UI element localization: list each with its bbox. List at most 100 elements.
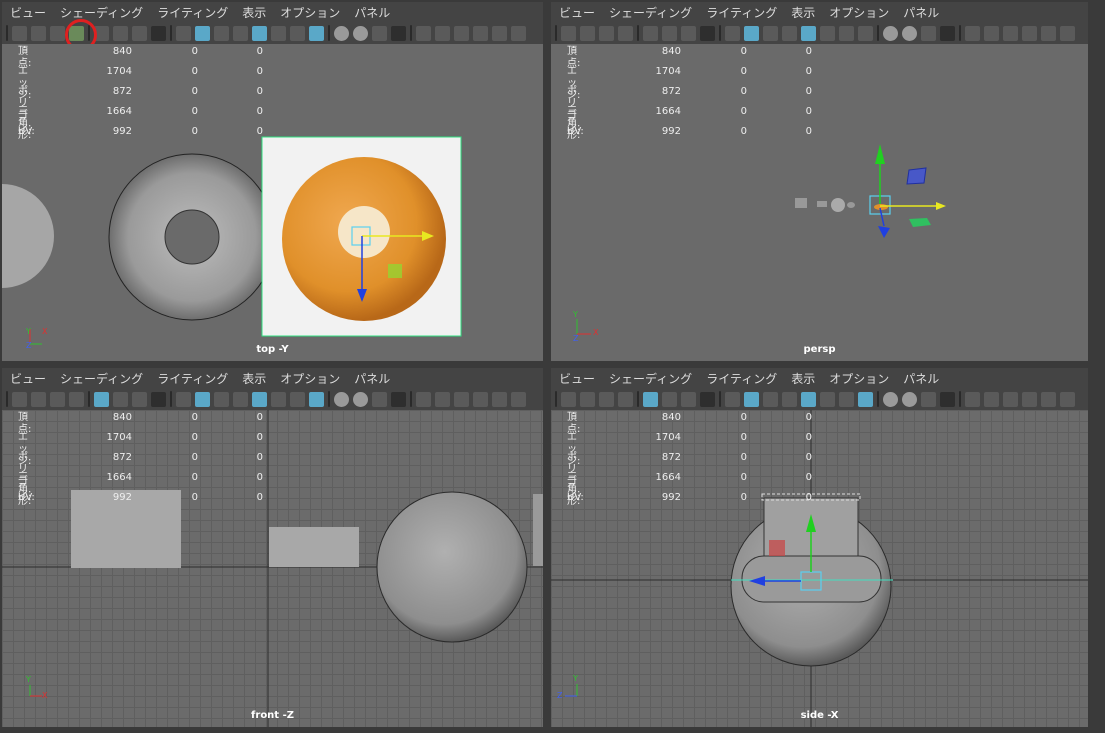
menu-lighting[interactable]: ライティング	[157, 4, 228, 21]
wireframe-icon[interactable]	[725, 25, 740, 41]
camera-lock-icon[interactable]	[580, 391, 595, 407]
image-plane-icon[interactable]	[618, 25, 633, 41]
menu-panels[interactable]: パネル	[903, 370, 939, 387]
camera-icon[interactable]	[561, 391, 576, 407]
image-plane-icon[interactable]	[69, 391, 84, 407]
viewport[interactable]: Y X Z 頂点: 840 0 0 エッジ: 1704 0 0 ポリゴン: 872 0 0 三角形…	[2, 44, 543, 361]
move-plane-handle[interactable]	[388, 264, 402, 278]
depth-of-field-icon[interactable]	[940, 25, 955, 41]
use-all-lights-icon[interactable]	[820, 391, 835, 407]
camera-attributes-icon[interactable]	[599, 391, 614, 407]
menu-shading[interactable]: シェーディング	[609, 370, 692, 387]
isolate-select-icon[interactable]	[416, 25, 431, 41]
xray-icon[interactable]	[309, 25, 324, 41]
depth-of-field-icon[interactable]	[391, 25, 406, 41]
menu-lighting[interactable]: ライティング	[706, 4, 777, 21]
camera-attributes-icon[interactable]	[599, 25, 614, 41]
menu-options[interactable]: オプション	[829, 4, 889, 21]
use-all-lights-icon[interactable]	[271, 391, 286, 407]
move-x-handle[interactable]	[936, 202, 946, 210]
motion-blur-icon[interactable]	[902, 25, 917, 41]
ambient-occlusion-icon[interactable]	[883, 391, 898, 407]
grease-pencil-icon[interactable]	[473, 391, 488, 407]
wireframe-icon[interactable]	[725, 391, 740, 407]
anti-aliasing-icon[interactable]	[921, 391, 936, 407]
move-y-handle[interactable]	[875, 144, 885, 164]
exposure-icon[interactable]	[1041, 391, 1056, 407]
textured-icon[interactable]	[801, 391, 816, 407]
scene-box-object[interactable]	[795, 198, 807, 208]
menu-lighting[interactable]: ライティング	[157, 370, 228, 387]
grid-icon[interactable]	[643, 25, 658, 41]
gamma-icon[interactable]	[1060, 25, 1075, 41]
scene-torus-object[interactable]	[847, 202, 855, 208]
xray-components-icon[interactable]	[1003, 25, 1018, 41]
menu-panels[interactable]: パネル	[354, 370, 390, 387]
partial-object[interactable]	[533, 494, 543, 566]
wireframe-on-shaded-icon[interactable]	[233, 391, 248, 407]
viewport[interactable]: Y X Z 頂点: 840 0 0 エッジ: 1704 0 0 ポリゴン: 872 0 0 三角形…	[551, 44, 1088, 361]
anti-aliasing-icon[interactable]	[372, 25, 387, 41]
wireframe-on-shaded-icon[interactable]	[782, 25, 797, 41]
smooth-shade-icon[interactable]	[195, 25, 210, 41]
textured-icon[interactable]	[801, 25, 816, 41]
grid-icon[interactable]	[94, 391, 109, 407]
shadows-icon[interactable]	[290, 25, 305, 41]
panel-front[interactable]: ビュー シェーディング ライティング 表示 オプション パネル Y X 頂点: …	[2, 368, 543, 727]
anti-aliasing-icon[interactable]	[372, 391, 387, 407]
cylinder-object[interactable]	[269, 527, 359, 567]
exposure-icon[interactable]	[492, 391, 507, 407]
ambient-occlusion-icon[interactable]	[883, 25, 898, 41]
film-gate-icon[interactable]	[113, 25, 128, 41]
wireframe-on-shaded-icon[interactable]	[782, 391, 797, 407]
gate-mask-icon[interactable]	[151, 25, 166, 41]
shade-options-icon[interactable]	[214, 391, 229, 407]
wireframe-on-shaded-icon[interactable]	[233, 25, 248, 41]
film-gate-icon[interactable]	[662, 25, 677, 41]
viewport[interactable]: Y Z 頂点: 840 0 0 エッジ: 1704 0 0 ポリゴン: 872 0 0 三角形: 1…	[551, 410, 1088, 727]
use-all-lights-icon[interactable]	[820, 25, 835, 41]
xray-components-icon[interactable]	[1003, 391, 1018, 407]
shade-options-icon[interactable]	[214, 25, 229, 41]
isolate-select-icon[interactable]	[416, 391, 431, 407]
viewport[interactable]: Y X 頂点: 840 0 0 エッジ: 1704 0 0 ポリゴン: 872 0 0 三角形: 1…	[2, 410, 543, 727]
use-all-lights-icon[interactable]	[271, 25, 286, 41]
wireframe-icon[interactable]	[176, 391, 191, 407]
shadows-icon[interactable]	[839, 25, 854, 41]
wireframe-icon[interactable]	[176, 25, 191, 41]
resolution-gate-icon[interactable]	[681, 391, 696, 407]
xray-icon[interactable]	[858, 391, 873, 407]
menu-options[interactable]: オプション	[280, 4, 340, 21]
camera-lock-icon[interactable]	[31, 25, 46, 41]
gate-mask-icon[interactable]	[700, 391, 715, 407]
move-plane-handle[interactable]	[769, 540, 785, 556]
resolution-gate-icon[interactable]	[132, 25, 147, 41]
isolate-select-icon[interactable]	[965, 25, 980, 41]
xray-icon[interactable]	[858, 25, 873, 41]
image-plane-icon[interactable]	[618, 391, 633, 407]
sphere-edge[interactable]	[2, 184, 54, 288]
camera-icon[interactable]	[12, 25, 27, 41]
smooth-shade-icon[interactable]	[744, 391, 759, 407]
menu-view[interactable]: ビュー	[10, 370, 46, 387]
xray-components-icon[interactable]	[454, 25, 469, 41]
exposure-icon[interactable]	[492, 25, 507, 41]
motion-blur-icon[interactable]	[902, 391, 917, 407]
menu-view[interactable]: ビュー	[559, 4, 595, 21]
anti-aliasing-icon[interactable]	[921, 25, 936, 41]
menu-view[interactable]: ビュー	[559, 370, 595, 387]
resolution-gate-icon[interactable]	[681, 25, 696, 41]
shade-options-icon[interactable]	[763, 391, 778, 407]
grease-pencil-icon[interactable]	[1022, 391, 1037, 407]
grease-pencil-icon[interactable]	[1022, 25, 1037, 41]
depth-of-field-icon[interactable]	[391, 391, 406, 407]
camera-attributes-icon[interactable]	[50, 391, 65, 407]
camera-lock-icon[interactable]	[580, 25, 595, 41]
xray-joints-icon[interactable]	[984, 391, 999, 407]
camera-lock-icon[interactable]	[31, 391, 46, 407]
gamma-icon[interactable]	[511, 25, 526, 41]
gate-mask-icon[interactable]	[700, 25, 715, 41]
menu-panels[interactable]: パネル	[903, 4, 939, 21]
smooth-shade-icon[interactable]	[744, 25, 759, 41]
exposure-icon[interactable]	[1041, 25, 1056, 41]
